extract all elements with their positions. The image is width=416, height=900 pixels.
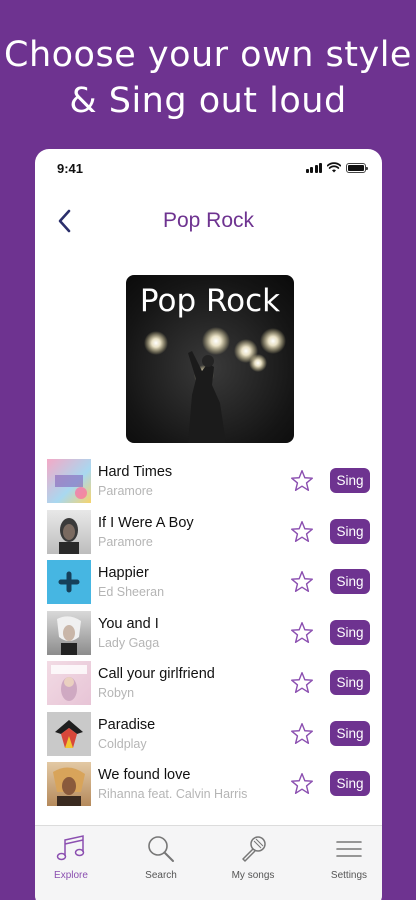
microphone-icon [242,836,266,862]
tab-search[interactable]: Search [121,834,201,894]
status-bar: 9:41 [35,149,382,189]
sing-button[interactable]: Sing [330,771,370,796]
list-item[interactable]: Hard Times Paramore Sing [35,455,382,506]
song-artist: Rihanna feat. Calvin Harris [98,787,248,801]
song-artist: Paramore [98,484,153,498]
song-artist: Robyn [98,686,135,700]
song-title: Paradise [98,716,156,733]
sing-button[interactable]: Sing [330,670,370,695]
cover-title: Pop Rock [139,283,281,319]
song-title: Call your girlfriend [98,666,215,682]
song-artist: Paramore [98,534,153,549]
tab-label: Explore [54,870,88,881]
headline: Choose your own style & Sing out loud [0,32,416,124]
genre-cover-image: Pop Rock [126,275,294,443]
phone-screen: 9:41 Pop Rock Pop Rock Hard Times Paramo… [35,149,382,900]
album-art [47,509,91,554]
favorite-star-icon[interactable] [289,620,315,646]
favorite-star-icon[interactable] [289,569,315,595]
tab-label: Settings [330,870,368,881]
album-art [47,711,91,756]
list-item[interactable]: We found love Rihanna feat. Calvin Harri… [35,758,382,809]
cellular-signal-icon [305,162,322,173]
favorite-star-icon[interactable] [289,670,315,696]
tab-settings[interactable]: Settings [309,834,382,894]
album-art [47,560,91,604]
wifi-icon [327,162,341,173]
sing-button[interactable]: Sing [330,468,370,493]
tab-my-songs[interactable]: My songs [213,834,293,894]
tab-bar: Explore Search My songs Settings [35,825,382,900]
battery-icon [346,162,368,173]
sing-button[interactable]: Sing [330,720,370,746]
tab-label: Search [145,870,177,881]
status-icons [305,162,368,173]
tab-explore[interactable]: Explore [35,834,111,894]
song-title: We found love [98,767,191,783]
song-list: Hard Times Paramore Sing If I Were A Boy… [35,455,382,809]
album-art [47,661,91,705]
status-time: 9:41 [57,161,84,176]
music-note-icon [56,835,85,861]
list-item[interactable]: If I Were A Boy Paramore Sing [35,506,382,557]
song-title: You and I [98,615,159,632]
sing-button[interactable]: Sing [330,518,370,544]
favorite-star-icon[interactable] [289,468,315,494]
nav-bar: Pop Rock [35,201,382,241]
list-item[interactable]: Happier Ed Sheeran Sing [35,556,382,607]
search-icon [148,836,174,862]
list-item[interactable]: Paradise Coldplay Sing [35,708,382,759]
album-art [47,762,91,806]
song-title: Hard Times [98,464,173,480]
favorite-star-icon[interactable] [289,519,315,545]
favorite-star-icon[interactable] [289,721,315,747]
sing-button[interactable]: Sing [330,619,370,645]
sing-button[interactable]: Sing [330,569,370,594]
headline-line-1: Choose your own style [4,35,412,75]
tab-label: My songs [231,870,275,881]
list-item[interactable]: Call your girlfriend Robyn Sing [35,657,382,708]
song-artist: Lady Gaga [98,635,160,650]
headline-line-2: & Sing out loud [69,81,347,121]
page-title: Pop Rock [162,209,255,232]
album-art [47,610,91,655]
favorite-star-icon[interactable] [289,771,315,797]
song-artist: Coldplay [98,736,147,751]
song-title: Happier [98,565,149,581]
song-artist: Ed Sheeran [98,585,165,599]
song-title: If I Were A Boy [98,514,194,531]
album-art [47,459,91,503]
menu-icon [336,841,362,857]
list-item[interactable]: You and I Lady Gaga Sing [35,607,382,658]
